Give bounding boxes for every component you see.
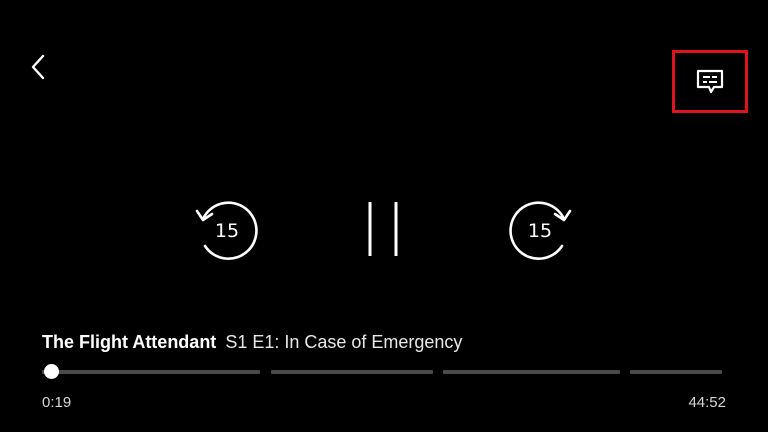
playback-controls: 15 15 <box>0 190 768 270</box>
show-title: The Flight Attendant <box>42 332 217 352</box>
video-player[interactable]: 15 15 The Flight Attendant S1 E1: In Cas… <box>0 0 768 432</box>
progress-segment <box>443 370 620 374</box>
episode-title: S1 E1: In Case of Emergency <box>225 332 463 352</box>
time-elapsed: 0:19 <box>42 394 72 411</box>
skip-forward-15-button[interactable]: 15 <box>504 195 576 267</box>
subtitles-button[interactable] <box>672 50 748 113</box>
progress-segment <box>630 370 722 374</box>
pause-icon <box>368 202 398 256</box>
now-playing-title: The Flight Attendant S1 E1: In Case of E… <box>42 332 462 356</box>
rewind-15-icon <box>195 201 258 260</box>
skip-back-15-button[interactable]: 15 <box>191 195 263 267</box>
subtitles-speech-bubble-icon <box>696 69 724 93</box>
progress-thumb[interactable] <box>44 364 59 379</box>
forward-15-icon <box>509 201 572 260</box>
progress-segment <box>271 370 433 374</box>
time-total: 44:52 <box>688 394 726 411</box>
progress-segment <box>42 370 260 374</box>
progress-bar[interactable] <box>42 364 722 380</box>
pause-button[interactable] <box>360 198 406 260</box>
back-button[interactable] <box>24 50 52 84</box>
chevron-left-icon <box>31 54 45 80</box>
